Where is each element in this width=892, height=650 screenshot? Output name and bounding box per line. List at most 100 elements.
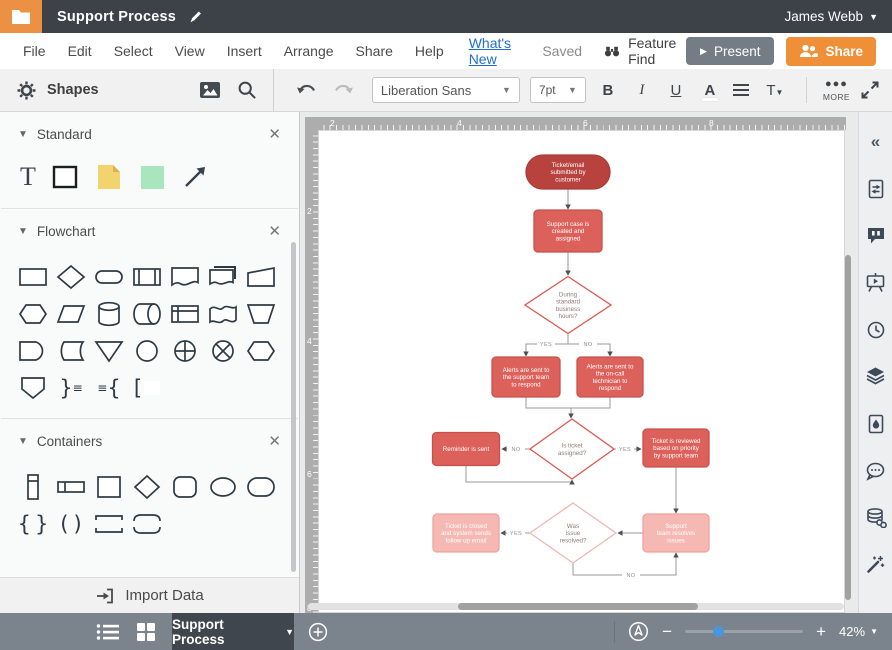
feature-find-button[interactable]: Feature Find — [604, 35, 686, 67]
present-mode-button[interactable] — [859, 259, 892, 306]
font-family-select[interactable]: Liberation Sans ▼ — [372, 77, 520, 103]
shape-annotation-right[interactable]: }≡ — [54, 374, 88, 402]
shape-manual-input[interactable] — [244, 263, 278, 291]
shape-document[interactable] — [168, 263, 202, 291]
italic-button[interactable]: I — [630, 82, 654, 99]
panel-scrollbar[interactable] — [291, 242, 296, 572]
node-ticket-assigned[interactable]: Is ticketassigned? — [530, 419, 614, 479]
node-business-hours[interactable]: Duringstandardbusinesshours? — [525, 277, 611, 334]
shape-internal-storage[interactable] — [168, 300, 202, 328]
shape-off-page-connector[interactable] — [16, 374, 50, 402]
node-ticket-reviewed[interactable]: Ticket is reviewedbased on priorityby su… — [643, 429, 709, 467]
page-tab-support-process[interactable]: Support Process ▼ — [172, 613, 294, 650]
shape-summing-junction[interactable] — [168, 337, 202, 365]
import-data-button[interactable]: Import Data — [0, 577, 299, 613]
zoom-in-button[interactable]: + — [816, 623, 826, 640]
fullscreen-icon[interactable] — [860, 80, 880, 100]
shape-pill-container[interactable] — [244, 473, 278, 501]
horizontal-scrollbar-thumb[interactable] — [458, 603, 698, 610]
image-icon[interactable] — [199, 81, 221, 99]
shape-rounded-frame[interactable] — [130, 510, 164, 538]
node-alerts-support-team[interactable]: Alerts are sent tothe support teamto res… — [492, 357, 560, 397]
menu-share[interactable]: Share — [345, 43, 404, 59]
theme-button[interactable] — [859, 400, 892, 447]
font-color-button[interactable]: A — [698, 82, 722, 99]
node-start[interactable]: Ticket/emailsubmitted bycustomer — [526, 155, 610, 189]
shape-multi-document[interactable] — [206, 263, 240, 291]
shape-note[interactable] — [94, 162, 124, 192]
node-issue-resolved[interactable]: Wasissueresolved? — [530, 503, 616, 563]
share-button[interactable]: Share — [786, 37, 876, 66]
revision-history-button[interactable] — [859, 306, 892, 353]
node-team-resolves[interactable]: Supportteam resolvesissues — [643, 514, 709, 552]
shape-display[interactable] — [244, 337, 278, 365]
shape-curly-braces[interactable]: {} — [16, 510, 50, 538]
shape-process[interactable] — [16, 263, 50, 291]
shape-paper-tape[interactable] — [206, 300, 240, 328]
node-case-created[interactable]: Support case iscreated andassigned — [534, 210, 602, 252]
horizontal-scrollbar[interactable] — [308, 603, 844, 610]
canvas-area[interactable]: 2 4 6 8 2 4 6 8 Ticket/emailsubmitted by… — [300, 112, 858, 613]
chat-button[interactable] — [859, 447, 892, 494]
page-settings-button[interactable] — [859, 165, 892, 212]
shape-terminator[interactable] — [92, 263, 126, 291]
bold-button[interactable]: B — [596, 82, 620, 99]
shape-diamond-container[interactable] — [130, 473, 164, 501]
shape-connector[interactable] — [130, 337, 164, 365]
app-logo[interactable] — [0, 0, 42, 33]
text-options-button[interactable]: T▼ — [760, 82, 790, 99]
more-tools-button[interactable]: ●●● MORE — [823, 79, 850, 102]
data-linking-button[interactable] — [859, 494, 892, 541]
shape-rectangle[interactable] — [51, 163, 79, 191]
user-account-menu[interactable]: James Webb ▼ — [785, 9, 878, 24]
close-icon[interactable]: ✕ — [268, 125, 281, 143]
shape-horizontal-container[interactable] — [54, 473, 88, 501]
shape-annotation-left[interactable]: ≡{ — [92, 374, 126, 402]
vertical-scrollbar-thumb[interactable] — [845, 255, 851, 600]
section-collapse-caret[interactable]: ▼ — [18, 129, 28, 140]
zoom-slider[interactable] — [685, 630, 803, 633]
comments-button[interactable] — [859, 212, 892, 259]
collapse-dock-button[interactable]: « — [859, 118, 892, 165]
shape-arrow[interactable] — [181, 163, 209, 191]
pan-to-content-icon[interactable] — [628, 621, 649, 642]
menu-arrange[interactable]: Arrange — [273, 43, 345, 59]
shape-note-bracket[interactable]: [ — [130, 374, 164, 402]
shape-delay[interactable] — [16, 337, 50, 365]
page-grid-icon[interactable] — [136, 622, 156, 642]
shape-text[interactable]: T — [20, 164, 36, 190]
shape-rectangle-container[interactable] — [92, 473, 126, 501]
shape-merge[interactable] — [92, 337, 126, 365]
page-list-icon[interactable] — [96, 623, 120, 641]
menu-select[interactable]: Select — [103, 43, 164, 59]
menu-edit[interactable]: Edit — [57, 43, 103, 59]
present-button[interactable]: ▶ Present — [686, 37, 774, 65]
shape-bracket-frame[interactable] — [92, 510, 126, 538]
shape-database[interactable] — [92, 300, 126, 328]
shape-data[interactable] — [54, 300, 88, 328]
menu-view[interactable]: View — [164, 43, 216, 59]
redo-icon[interactable] — [330, 81, 354, 99]
shape-vertical-container[interactable] — [16, 473, 50, 501]
section-flowchart-header[interactable]: ▼ Flowchart ✕ — [0, 209, 299, 253]
section-standard-header[interactable]: ▼ Standard ✕ — [0, 112, 299, 156]
section-collapse-caret[interactable]: ▼ — [18, 436, 28, 447]
section-containers-header[interactable]: ▼ Containers ✕ — [0, 419, 299, 463]
menu-insert[interactable]: Insert — [216, 43, 273, 59]
zoom-level-select[interactable]: 42% ▼ — [839, 624, 878, 639]
menu-file[interactable]: File — [12, 43, 57, 59]
gear-icon[interactable] — [16, 80, 37, 101]
shape-manual-operation[interactable] — [244, 300, 278, 328]
magic-clean-up-button[interactable] — [859, 541, 892, 588]
connector-line[interactable] — [526, 397, 571, 418]
node-ticket-closed[interactable]: Ticket is closedand system sendsfollow u… — [433, 514, 499, 552]
document-title[interactable]: Support Process — [57, 9, 176, 25]
document-page[interactable]: Ticket/emailsubmitted bycustomer Support … — [318, 130, 845, 613]
undo-icon[interactable] — [296, 81, 320, 99]
shape-decision[interactable] — [54, 263, 88, 291]
zoom-slider-knob[interactable] — [713, 626, 724, 637]
shape-preparation[interactable] — [16, 300, 50, 328]
layers-button[interactable] — [859, 353, 892, 400]
node-reminder[interactable]: Reminder is sent — [433, 433, 500, 466]
search-icon[interactable] — [237, 80, 257, 100]
